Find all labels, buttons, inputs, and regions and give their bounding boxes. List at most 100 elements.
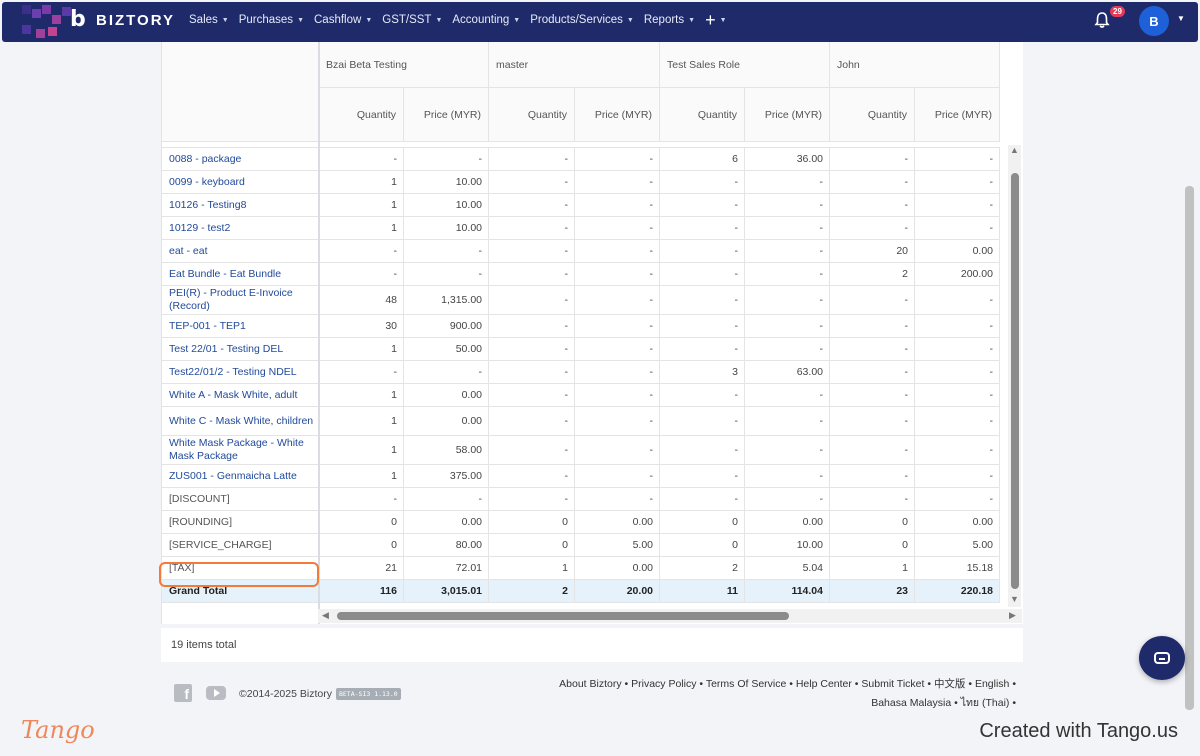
menu-cashflow[interactable]: Cashflow ▼ (314, 14, 372, 26)
table-cell: - (319, 263, 404, 286)
table-cell: - (915, 488, 1000, 511)
scroll-left-arrow-icon[interactable]: ◀ (322, 610, 329, 621)
column-subheader: Quantity (830, 88, 915, 142)
table-cell: - (915, 315, 1000, 338)
table-vertical-scrollbar[interactable]: ▲ ▼ (1008, 145, 1021, 607)
product-name-link[interactable]: White C - Mask White, children (162, 407, 319, 436)
facebook-icon[interactable]: f (174, 684, 192, 702)
page-scroll-thumb[interactable] (1185, 186, 1194, 710)
table-cell: 1 (319, 217, 404, 240)
table-cell: - (660, 315, 745, 338)
table-cell: - (660, 171, 745, 194)
table-cell: - (575, 315, 660, 338)
table-cell: 0 (489, 534, 575, 557)
table-cell: 6 (660, 148, 745, 171)
chevron-down-icon: ▼ (221, 16, 229, 24)
column-subheader: Quantity (660, 88, 745, 142)
table-cell: - (489, 171, 575, 194)
table-cell: - (660, 465, 745, 488)
column-group-header: Bzai Beta Testing (319, 42, 489, 88)
table-cell: - (745, 240, 830, 263)
column-subheader: Price (MYR) (404, 88, 489, 142)
link-chinese[interactable]: 中文版 (934, 678, 966, 690)
chevron-down-icon: ▼ (297, 16, 304, 24)
scroll-up-arrow-icon[interactable]: ▲ (1010, 145, 1019, 155)
menu-accounting[interactable]: Accounting ▼ (452, 14, 520, 26)
product-name-link[interactable]: 10126 - Testing8 (162, 194, 319, 217)
table-cell: - (915, 436, 1000, 465)
table-cell: - (915, 407, 1000, 436)
menu-reports[interactable]: Reports ▼ (644, 14, 695, 26)
product-name-link[interactable]: TEP-001 - TEP1 (162, 315, 319, 338)
table-cell: - (489, 436, 575, 465)
table-cell: - (745, 194, 830, 217)
tango-credit: Created with Tango.us (979, 720, 1178, 742)
tango-logo: Tango (21, 716, 95, 744)
link-about[interactable]: About Biztory (559, 678, 621, 690)
bell-icon[interactable] (1093, 11, 1111, 29)
link-submit-ticket[interactable]: Submit Ticket (861, 678, 924, 690)
menu-gst-sst[interactable]: GST/SST ▼ (382, 14, 442, 26)
link-english[interactable]: English (975, 678, 1009, 690)
horizontal-scroll-thumb[interactable] (337, 612, 789, 620)
table-cell: 0 (660, 511, 745, 534)
table-cell: - (915, 338, 1000, 361)
table-cell: 0.00 (404, 407, 489, 436)
product-name-link[interactable]: White A - Mask White, adult (162, 384, 319, 407)
table-cell: - (489, 361, 575, 384)
table-horizontal-scrollbar[interactable]: ◀ ▶ (318, 609, 1022, 623)
product-name-link[interactable]: eat - eat (162, 240, 319, 263)
menu-sales[interactable]: Sales ▼ (189, 14, 229, 26)
table-cell: - (745, 286, 830, 315)
grand-total-cell: 2 (489, 580, 575, 603)
product-name-link[interactable]: 10129 - test2 (162, 217, 319, 240)
table-cell: - (660, 436, 745, 465)
table-cell: - (575, 407, 660, 436)
table-cell: - (489, 217, 575, 240)
product-name-link[interactable]: White Mask Package - White Mask Package (162, 436, 319, 465)
table-cell: 1,315.00 (404, 286, 489, 315)
grand-total-cell: 20.00 (575, 580, 660, 603)
product-name-link[interactable]: Test 22/01 - Testing DEL (162, 338, 319, 361)
table-cell: - (489, 488, 575, 511)
brand-logo[interactable]: b BIZTORY (70, 9, 175, 31)
youtube-icon[interactable] (206, 686, 226, 700)
link-privacy[interactable]: Privacy Policy (631, 678, 696, 690)
chat-button[interactable] (1139, 636, 1185, 680)
table-cell: - (745, 407, 830, 436)
scroll-right-arrow-icon[interactable]: ▶ (1009, 610, 1016, 621)
grand-total-cell: 11 (660, 580, 745, 603)
chevron-down-icon[interactable]: ▼ (1177, 14, 1185, 23)
user-avatar[interactable]: B (1139, 6, 1169, 36)
product-name-link[interactable]: PEI(R) - Product E-Invoice (Record) (162, 286, 319, 315)
chevron-down-icon: ▼ (688, 16, 696, 24)
chevron-down-icon: ▼ (626, 16, 634, 24)
table-cell: - (404, 148, 489, 171)
link-help-center[interactable]: Help Center (796, 678, 852, 690)
table-cell: - (830, 217, 915, 240)
table-cell: - (319, 148, 404, 171)
scroll-down-arrow-icon[interactable]: ▼ (1010, 594, 1019, 604)
table-cell: 5.04 (745, 557, 830, 580)
table-cell: - (830, 436, 915, 465)
link-thai[interactable]: ไทย (Thai) (961, 697, 1010, 709)
table-cell: - (319, 488, 404, 511)
link-malay[interactable]: Bahasa Malaysia (871, 697, 951, 709)
vertical-scroll-thumb[interactable] (1011, 173, 1019, 589)
product-name-link[interactable]: ZUS001 - Genmaicha Latte (162, 465, 319, 488)
table-cell: 0.00 (745, 511, 830, 534)
column-group-header: master (489, 42, 660, 88)
product-name-link[interactable]: 0099 - keyboard (162, 171, 319, 194)
menu-products-services[interactable]: Products/Services ▼ (530, 14, 634, 26)
footer-links: About Biztory • Privacy Policy • Terms O… (559, 678, 1016, 709)
chat-icon (1154, 652, 1170, 664)
menu-purchases[interactable]: Purchases ▼ (239, 14, 304, 26)
product-name-link[interactable]: Eat Bundle - Eat Bundle (162, 263, 319, 286)
product-name-link[interactable]: 0088 - package (162, 148, 319, 171)
main-menu: Sales ▼ Purchases ▼ Cashflow ▼ GST/SST ▼ Acc… (189, 0, 727, 40)
table-cell: 10.00 (404, 194, 489, 217)
product-name-link[interactable]: Test22/01/2 - Testing NDEL (162, 361, 319, 384)
table-cell: - (660, 384, 745, 407)
menu-add[interactable]: + ▼ (705, 11, 726, 29)
link-terms[interactable]: Terms Of Service (706, 678, 787, 690)
